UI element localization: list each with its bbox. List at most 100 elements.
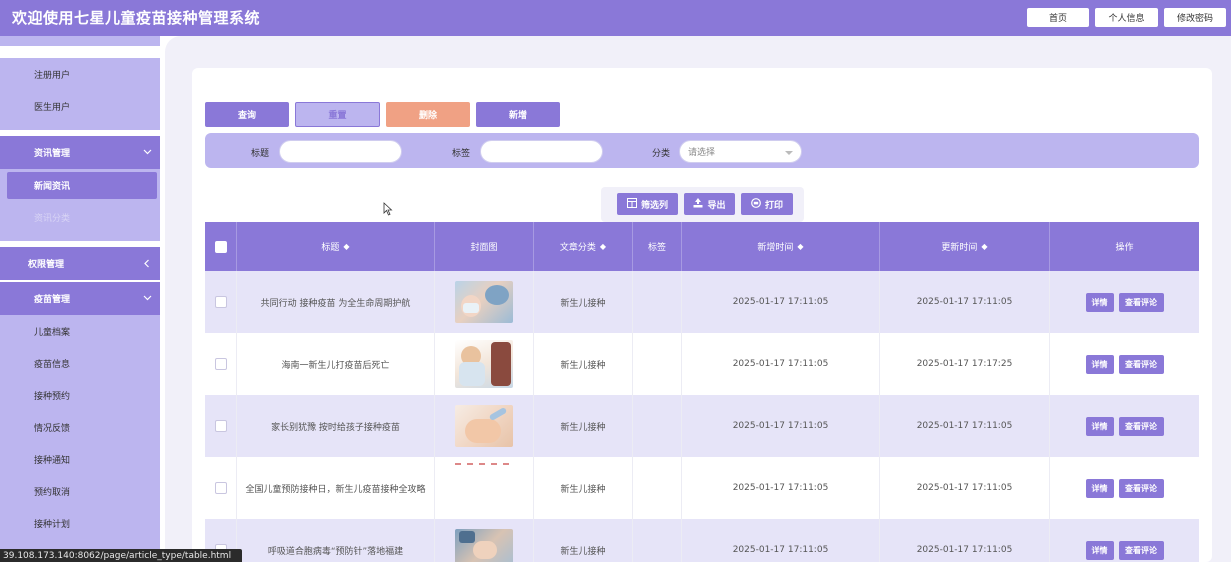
sidebar-item-registered-users[interactable]: 注册用户: [0, 58, 160, 90]
print-icon: [751, 197, 761, 211]
sidebar-group-news-management[interactable]: 资讯管理: [0, 136, 160, 169]
select-all-checkbox[interactable]: [214, 240, 227, 253]
status-bar-url: 39.108.173.140:8062/page/article_type/ta…: [0, 549, 242, 562]
delete-button[interactable]: 删除: [386, 102, 470, 127]
sidebar-item-plans[interactable]: 接种计划: [0, 507, 160, 539]
row-title: 海南一新生儿打疫苗后死亡: [237, 333, 435, 395]
sidebar-item-notifications[interactable]: 接种通知: [0, 443, 160, 475]
export-button[interactable]: 导出: [684, 193, 735, 215]
row-title: 家长别犹豫 按时给孩子接种疫苗: [237, 395, 435, 457]
detail-button[interactable]: 详情: [1085, 478, 1114, 498]
table-row: 海南一新生儿打疫苗后死亡 新生儿接种 2025-01-17 17:11:05 2…: [205, 333, 1199, 395]
detail-button[interactable]: 详情: [1085, 292, 1114, 312]
row-cover-cell: [435, 395, 534, 457]
row-updated: 2025-01-17 17:11:05: [880, 519, 1050, 562]
columns-button[interactable]: 筛选列: [617, 193, 678, 215]
row-tag: [633, 519, 682, 562]
row-select-cell: [205, 271, 237, 333]
row-updated: 2025-01-17 17:11:05: [880, 395, 1050, 457]
col-category[interactable]: 文章分类 ◆: [534, 222, 633, 271]
table-row: 共同行动 接种疫苗 为全生命周期护航 新生儿接种 2025-01-17 17:1…: [205, 271, 1199, 333]
cover-image: [455, 340, 513, 388]
col-updated[interactable]: 更新时间 ◆: [880, 222, 1050, 271]
row-checkbox[interactable]: [214, 482, 227, 494]
cover-image: [455, 405, 513, 447]
tag-filter-label: 标签: [452, 149, 471, 159]
sidebar-item-clipped: [0, 36, 160, 46]
row-tag: [633, 395, 682, 457]
print-button-label: 打印: [764, 200, 783, 211]
chevron-down-icon: [142, 147, 152, 157]
row-category: 新生儿接种: [534, 457, 633, 519]
row-updated: 2025-01-17 17:11:05: [880, 457, 1050, 519]
title-filter-input[interactable]: [279, 140, 402, 163]
sidebar-item-feedback[interactable]: 情况反馈: [0, 411, 160, 443]
sort-icon: ◆: [797, 242, 804, 251]
columns-button-label: 筛选列: [640, 200, 668, 211]
table-row: 呼吸道合胞病毒“预防针”落地福建 新生儿接种 2025-01-17 17:11:…: [205, 519, 1199, 562]
sidebar-group-vaccine-management[interactable]: 疫苗管理: [0, 282, 160, 315]
col-category-label: 文章分类: [559, 243, 596, 253]
cover-image: [455, 281, 513, 323]
view-comments-button[interactable]: 查看评论: [1118, 354, 1164, 374]
detail-button[interactable]: 详情: [1085, 540, 1114, 560]
table-row: 全国儿童预防接种日，新生儿疫苗接种全攻略 新生儿接种 2025-01-17 17…: [205, 457, 1199, 519]
row-updated: 2025-01-17 17:11:05: [880, 271, 1050, 333]
row-actions: 详情 查看评论: [1050, 271, 1199, 333]
row-category: 新生儿接种: [534, 395, 633, 457]
view-comments-button[interactable]: 查看评论: [1118, 540, 1164, 560]
category-select-placeholder: 请选择: [688, 148, 716, 158]
select-all-cell: [205, 222, 237, 271]
add-button[interactable]: 新增: [476, 102, 560, 127]
reset-button[interactable]: 重置: [295, 102, 380, 127]
col-title[interactable]: 标题 ◆: [237, 222, 435, 271]
detail-button[interactable]: 详情: [1085, 354, 1114, 374]
row-created: 2025-01-17 17:11:05: [682, 457, 880, 519]
table-header: 标题 ◆ 封面图 文章分类 ◆ 标签 新增时间 ◆ 更新时间 ◆ 操作: [205, 222, 1199, 271]
detail-button[interactable]: 详情: [1085, 416, 1114, 436]
home-button[interactable]: 首页: [1027, 8, 1089, 27]
export-icon: [693, 197, 703, 211]
row-actions: 详情 查看评论: [1050, 457, 1199, 519]
category-select[interactable]: 请选择: [679, 140, 802, 163]
sidebar-item-child-records[interactable]: 儿童档案: [0, 315, 160, 347]
row-category: 新生儿接种: [534, 333, 633, 395]
sidebar-group-permissions[interactable]: 权限管理: [0, 247, 160, 280]
row-cover-cell: [435, 271, 534, 333]
columns-icon: [626, 197, 637, 211]
sidebar-group-label: 权限管理: [28, 260, 65, 270]
sidebar-item-news-category[interactable]: 资讯分类: [0, 201, 160, 233]
row-checkbox[interactable]: [214, 420, 227, 432]
row-actions: 详情 查看评论: [1050, 333, 1199, 395]
col-created[interactable]: 新增时间 ◆: [682, 222, 880, 271]
row-actions: 详情 查看评论: [1050, 519, 1199, 562]
cursor-icon: [383, 201, 393, 216]
print-button[interactable]: 打印: [741, 193, 793, 215]
top-bar: 欢迎使用七星儿童疫苗接种管理系统 首页 个人信息 修改密码: [0, 0, 1231, 36]
row-select-cell: [205, 333, 237, 395]
col-actions-label: 操作: [1115, 243, 1134, 253]
sidebar-item-news[interactable]: 新闻资讯: [7, 172, 157, 199]
col-cover: 封面图: [435, 222, 534, 271]
query-button[interactable]: 查询: [205, 102, 289, 127]
row-tag: [633, 457, 682, 519]
sidebar-item-doctor-users[interactable]: 医生用户: [0, 90, 160, 130]
change-password-button[interactable]: 修改密码: [1164, 8, 1226, 27]
sidebar-item-vaccine-info[interactable]: 疫苗信息: [0, 347, 160, 379]
row-checkbox[interactable]: [214, 296, 227, 308]
sidebar-item-cancellations[interactable]: 预约取消: [0, 475, 160, 507]
view-comments-button[interactable]: 查看评论: [1118, 292, 1164, 312]
row-created: 2025-01-17 17:11:05: [682, 333, 880, 395]
cover-image: [455, 529, 513, 562]
row-checkbox[interactable]: [214, 358, 227, 370]
row-category: 新生儿接种: [534, 519, 633, 562]
row-title: 共同行动 接种疫苗 为全生命周期护航: [237, 271, 435, 333]
profile-button[interactable]: 个人信息: [1095, 8, 1158, 27]
sort-icon: ◆: [599, 242, 607, 251]
view-comments-button[interactable]: 查看评论: [1118, 478, 1164, 498]
view-comments-button[interactable]: 查看评论: [1118, 416, 1164, 436]
tag-filter-input[interactable]: [480, 140, 603, 163]
sidebar-item-appointments[interactable]: 接种预约: [0, 379, 160, 411]
row-title: 呼吸道合胞病毒“预防针”落地福建: [237, 519, 435, 562]
row-cover-cell: [435, 519, 534, 562]
